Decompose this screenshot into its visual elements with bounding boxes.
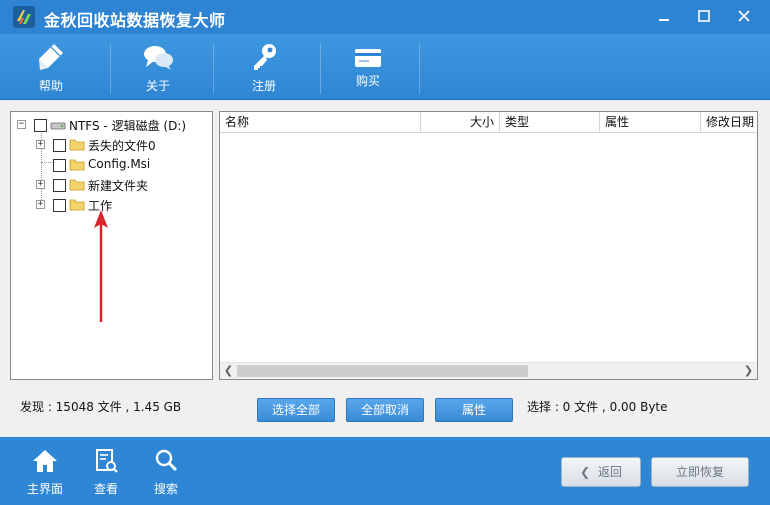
credit-card-icon [355, 49, 381, 67]
folder-icon [69, 139, 85, 151]
annotation-arrow-icon [94, 210, 108, 322]
found-status: 发现 : 15048 文件 , 1.45 GB [20, 400, 182, 414]
selected-status: 选择 : 0 文件 , 0.00 Byte [527, 400, 668, 414]
toolbar: 帮助 关于 注册 购买 [0, 34, 770, 100]
tree-item-label: 丢失的文件0 [88, 139, 156, 153]
buy-button[interactable]: 购买 [320, 34, 416, 100]
tree-item-config-msi[interactable]: Config.Msi [11, 156, 211, 174]
tree-item-label: 新建文件夹 [88, 179, 149, 193]
home-icon [33, 450, 57, 472]
expand-icon[interactable]: + [36, 180, 45, 189]
help-label: 帮助 [38, 79, 63, 93]
register-button[interactable]: 注册 [216, 34, 312, 100]
tree-item-lost-files[interactable]: + 丢失的文件0 [11, 136, 211, 154]
tree-item-work[interactable]: + 工作 [11, 196, 211, 214]
expand-icon[interactable]: + [36, 200, 45, 209]
file-list[interactable]: 名称 大小 类型 属性 修改日期 ❮ ❯ [219, 111, 758, 380]
column-modified-date[interactable]: 修改日期 [701, 112, 757, 133]
collapse-icon[interactable]: − [17, 120, 26, 129]
recover-label: 立即恢复 [675, 465, 724, 479]
app-logo-icon [13, 6, 35, 28]
expand-icon[interactable]: + [36, 140, 45, 149]
pen-icon [39, 44, 63, 70]
chevron-left-icon: ❮ [579, 465, 591, 479]
key-icon [254, 44, 276, 70]
register-label: 注册 [251, 79, 276, 93]
folder-icon [69, 199, 85, 211]
window-title: 金秋回收站数据恢复大师 [44, 11, 226, 30]
home-label: 主界面 [26, 482, 63, 496]
minimize-icon [659, 19, 669, 21]
about-label: 关于 [145, 79, 170, 93]
column-size[interactable]: 大小 [421, 112, 500, 133]
scrollbar-thumb[interactable] [237, 365, 528, 377]
bottom-bar: 主界面 查看 搜索 ❮ 返回 立即恢复 [0, 437, 770, 505]
help-button[interactable]: 帮助 [3, 34, 99, 100]
close-icon [738, 10, 750, 22]
chat-bubbles-icon [144, 46, 173, 70]
buy-label: 购买 [355, 74, 380, 88]
properties-button[interactable]: 属性 [435, 398, 513, 422]
maximize-icon [698, 10, 710, 22]
home-button[interactable]: 主界面 [20, 437, 70, 505]
checkbox[interactable] [53, 179, 66, 192]
horizontal-scrollbar[interactable]: ❮ ❯ [220, 362, 757, 379]
deselect-all-button[interactable]: 全部取消 [346, 398, 424, 422]
scroll-right-icon[interactable]: ❯ [740, 363, 757, 379]
folder-icon [69, 159, 85, 171]
folder-tree[interactable]: − NTFS - 逻辑磁盘 (D:) + 丢失的文件0 Config.Msi +… [10, 111, 213, 380]
column-attributes[interactable]: 属性 [600, 112, 701, 133]
document-search-icon [96, 449, 118, 473]
search-label: 搜索 [153, 482, 178, 496]
title-bar: 金秋回收站数据恢复大师 [0, 0, 770, 34]
scroll-left-icon[interactable]: ❮ [220, 363, 237, 379]
minimize-button[interactable] [647, 3, 681, 29]
checkbox[interactable] [53, 139, 66, 152]
column-name[interactable]: 名称 [220, 112, 421, 133]
checkbox[interactable] [53, 199, 66, 212]
toolbar-divider [419, 44, 420, 94]
maximize-button[interactable] [687, 3, 721, 29]
tree-item-root[interactable]: − NTFS - 逻辑磁盘 (D:) [11, 116, 211, 134]
main-panel: − NTFS - 逻辑磁盘 (D:) + 丢失的文件0 Config.Msi +… [0, 100, 770, 437]
select-all-button[interactable]: 选择全部 [257, 398, 335, 422]
tree-item-label: NTFS - 逻辑磁盘 (D:) [69, 119, 187, 133]
tree-item-label: Config.Msi [88, 157, 151, 171]
view-label: 查看 [93, 482, 118, 496]
recover-now-button[interactable]: 立即恢复 [651, 457, 749, 487]
toolbar-divider [213, 44, 214, 94]
back-label: 返回 [598, 465, 623, 479]
checkbox[interactable] [34, 119, 47, 132]
column-type[interactable]: 类型 [500, 112, 600, 133]
search-button[interactable]: 搜索 [143, 437, 189, 505]
drive-icon [50, 122, 66, 130]
tree-item-new-folder[interactable]: + 新建文件夹 [11, 176, 211, 194]
folder-icon [69, 179, 85, 191]
view-button[interactable]: 查看 [83, 437, 129, 505]
about-button[interactable]: 关于 [110, 34, 206, 100]
search-icon [155, 449, 178, 472]
list-header: 名称 大小 类型 属性 修改日期 [220, 112, 757, 133]
checkbox[interactable] [53, 159, 66, 172]
close-button[interactable] [727, 3, 761, 29]
back-button[interactable]: ❮ 返回 [561, 457, 641, 487]
